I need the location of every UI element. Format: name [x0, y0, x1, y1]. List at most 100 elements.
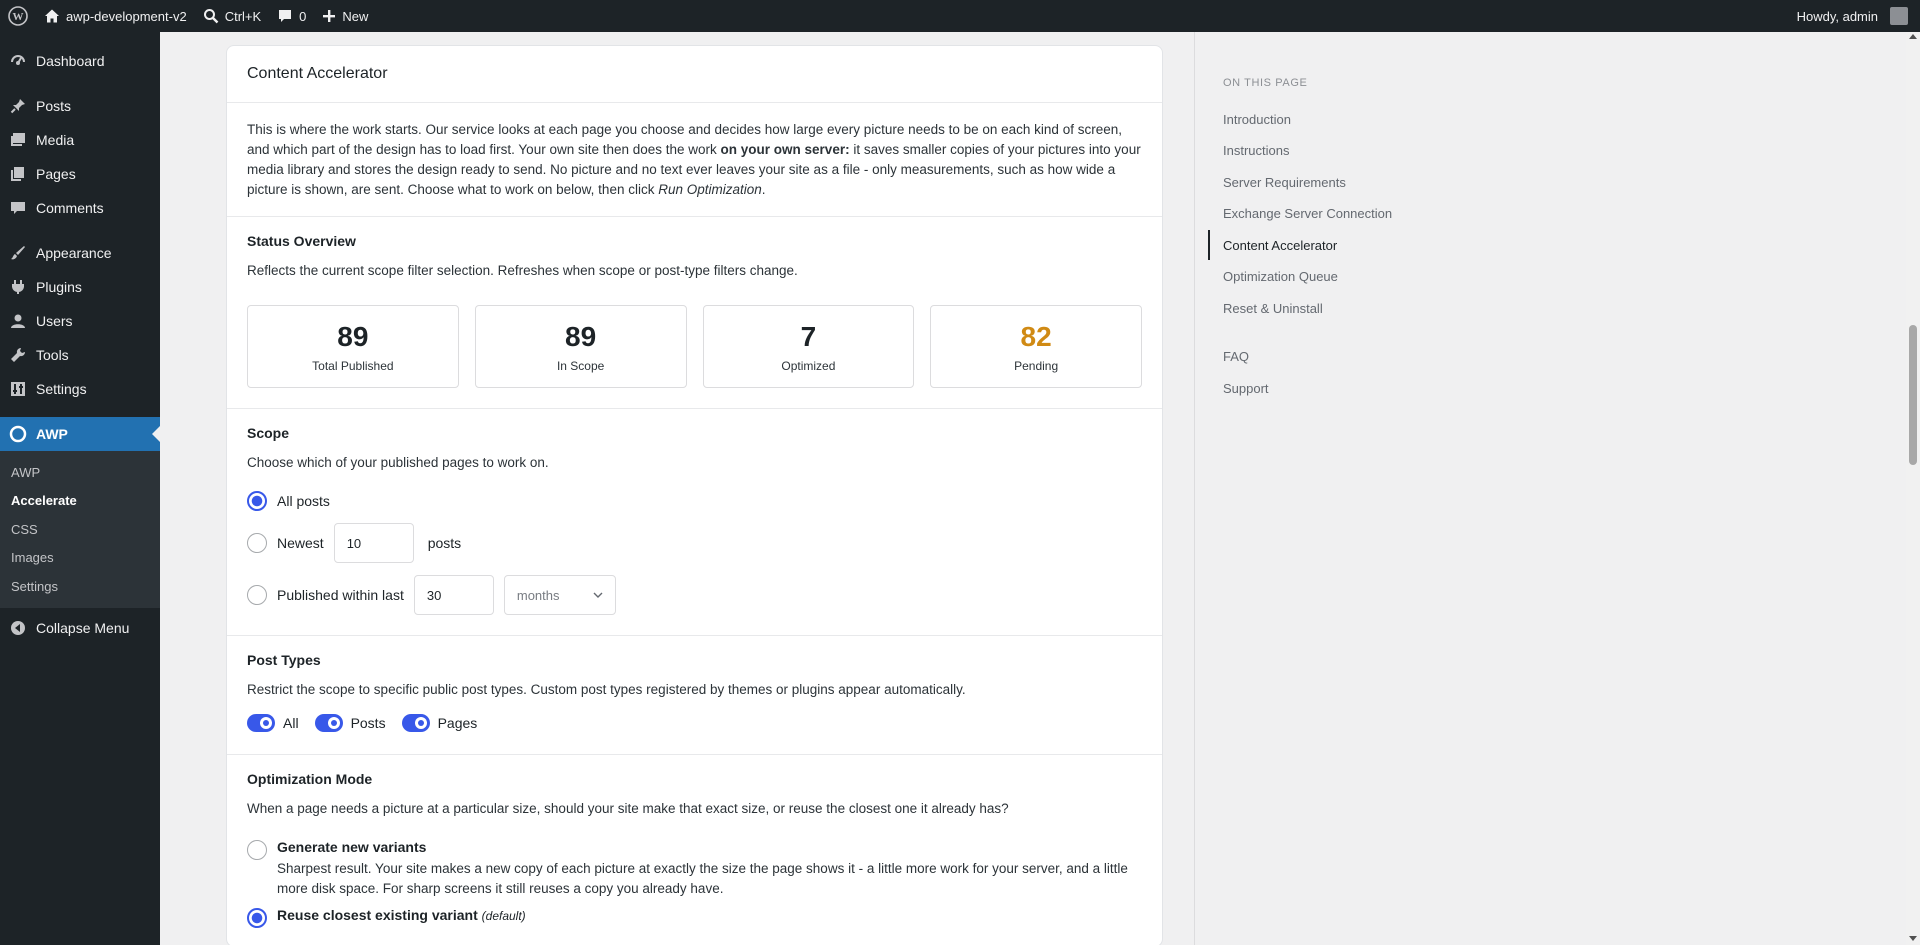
- menu-label: Comments: [36, 200, 104, 216]
- unit-select[interactable]: months: [503, 575, 616, 615]
- chevron-down-icon: [593, 592, 603, 598]
- toc-exchange-server[interactable]: Exchange Server Connection: [1223, 203, 1392, 223]
- pin-icon: [9, 97, 27, 115]
- within-value-input[interactable]: 30: [413, 575, 494, 615]
- option-label: Newest: [277, 535, 324, 551]
- user-icon: [9, 312, 27, 330]
- option-title: Reuse closest existing variant (default): [277, 907, 526, 923]
- radio-generate-variants[interactable]: [247, 840, 267, 860]
- section-title: Optimization Mode: [247, 771, 373, 787]
- toc-optimization-queue[interactable]: Optimization Queue: [1223, 266, 1338, 286]
- mode-generate-option[interactable]: Generate new variants Sharpest result. Y…: [247, 839, 1142, 899]
- toggle-pages[interactable]: Pages: [401, 714, 478, 732]
- radio-published-within[interactable]: [247, 585, 267, 605]
- toc-faq[interactable]: FAQ: [1223, 346, 1249, 366]
- wordpress-logo-icon[interactable]: W: [0, 0, 36, 32]
- site-name-link[interactable]: awp-development-v2: [36, 0, 195, 32]
- submenu-css[interactable]: CSS: [0, 515, 160, 544]
- toc-server-requirements[interactable]: Server Requirements: [1223, 172, 1346, 192]
- scope-newest-option[interactable]: Newest 10 posts: [247, 523, 1142, 563]
- radio-newest[interactable]: [247, 533, 267, 553]
- card-title: Content Accelerator: [227, 46, 1162, 103]
- radio-all-posts[interactable]: [247, 491, 267, 511]
- toggle-label: Posts: [350, 715, 386, 731]
- plus-icon: [323, 10, 336, 22]
- awp-icon: [9, 425, 27, 443]
- toc-reset-uninstall[interactable]: Reset & Uninstall: [1223, 298, 1323, 318]
- toggle-all[interactable]: All: [247, 714, 299, 732]
- stat-value: 7: [800, 320, 817, 352]
- section-title: Scope: [247, 425, 290, 441]
- scroll-up-arrow-icon[interactable]: [1909, 34, 1917, 39]
- menu-label: Pages: [36, 166, 76, 182]
- menu-pages[interactable]: Pages: [0, 157, 160, 191]
- mode-reuse-option[interactable]: Reuse closest existing variant (default): [247, 907, 1142, 928]
- toggle-label: Pages: [437, 715, 478, 731]
- menu-label: Collapse Menu: [36, 619, 130, 636]
- menu-settings[interactable]: Settings: [0, 372, 160, 406]
- menu-dashboard[interactable]: Dashboard: [0, 44, 160, 78]
- submenu-awp[interactable]: AWP: [0, 458, 160, 487]
- comments-link[interactable]: 0: [269, 0, 314, 32]
- menu-posts[interactable]: Posts: [0, 89, 160, 123]
- menu-tools[interactable]: Tools: [0, 338, 160, 372]
- account-menu[interactable]: Howdy, admin: [1789, 0, 1920, 32]
- new-content-link[interactable]: New: [314, 0, 376, 32]
- toggle-switch[interactable]: [401, 714, 430, 732]
- option-label: Published within last: [277, 587, 404, 603]
- menu-comments[interactable]: Comments: [0, 191, 160, 225]
- new-label: New: [342, 8, 369, 24]
- newest-count-input[interactable]: 10: [333, 523, 414, 563]
- toggle-switch[interactable]: [247, 714, 275, 732]
- option-label: All posts: [277, 493, 330, 509]
- toc-introduction[interactable]: Introduction: [1223, 109, 1291, 129]
- collapse-icon: [9, 619, 27, 637]
- toggle-label: All: [283, 715, 299, 731]
- menu-label: Posts: [36, 98, 72, 114]
- submenu-images[interactable]: Images: [0, 544, 160, 573]
- awp-submenu: AWP Accelerate CSS Images Settings: [0, 451, 160, 608]
- submenu-settings[interactable]: Settings: [0, 572, 160, 601]
- stat-label: Total Published: [312, 358, 394, 373]
- toc-heading: On this page: [1223, 77, 1308, 89]
- menu-appearance[interactable]: Appearance: [0, 236, 160, 270]
- stat-label: Pending: [1014, 358, 1059, 373]
- stat-label: Optimized: [781, 358, 836, 373]
- menu-awp[interactable]: AWP: [0, 417, 160, 451]
- home-icon: [45, 9, 59, 23]
- menu-media[interactable]: Media: [0, 123, 160, 157]
- toc-content-accelerator[interactable]: Content Accelerator: [1223, 235, 1337, 255]
- posts-suffix: posts: [427, 535, 462, 551]
- scope-within-option[interactable]: Published within last 30 months: [247, 575, 1142, 615]
- toggle-posts[interactable]: Posts: [314, 714, 386, 732]
- divider: [1194, 32, 1195, 945]
- radio-reuse-variant[interactable]: [247, 908, 267, 928]
- menu-label: Appearance: [36, 245, 112, 261]
- page-scrollbar[interactable]: [1906, 32, 1920, 945]
- brush-icon: [9, 244, 27, 262]
- submenu-accelerate[interactable]: Accelerate: [0, 487, 160, 516]
- section-description: Choose which of your published pages to …: [247, 455, 549, 470]
- dashboard-icon: [9, 52, 27, 70]
- toggle-switch[interactable]: [314, 714, 343, 732]
- media-icon: [9, 131, 27, 149]
- plugin-icon: [9, 278, 27, 296]
- command-search[interactable]: Ctrl+K: [195, 0, 269, 32]
- stat-label: In Scope: [556, 358, 605, 373]
- scrollbar-thumb[interactable]: [1909, 325, 1917, 465]
- toc-support[interactable]: Support: [1223, 378, 1269, 398]
- menu-plugins[interactable]: Plugins: [0, 270, 160, 304]
- scroll-down-arrow-icon[interactable]: [1909, 936, 1917, 941]
- intro-section: This is where the work starts. Our servi…: [227, 103, 1162, 217]
- search-shortcut: Ctrl+K: [224, 8, 262, 24]
- collapse-menu-button[interactable]: Collapse Menu: [0, 611, 160, 645]
- post-types-section: Post Types Restrict the scope to specifi…: [227, 636, 1162, 755]
- scope-all-option[interactable]: All posts: [247, 487, 1142, 515]
- post-type-toggles: All Posts Pages: [247, 714, 1142, 732]
- main-content: Content Accelerator This is where the wo…: [194, 32, 1194, 945]
- avatar: [1890, 7, 1908, 25]
- menu-users[interactable]: Users: [0, 304, 160, 338]
- select-value: months: [516, 587, 560, 603]
- menu-label: Dashboard: [36, 53, 105, 69]
- toc-instructions[interactable]: Instructions: [1223, 140, 1289, 160]
